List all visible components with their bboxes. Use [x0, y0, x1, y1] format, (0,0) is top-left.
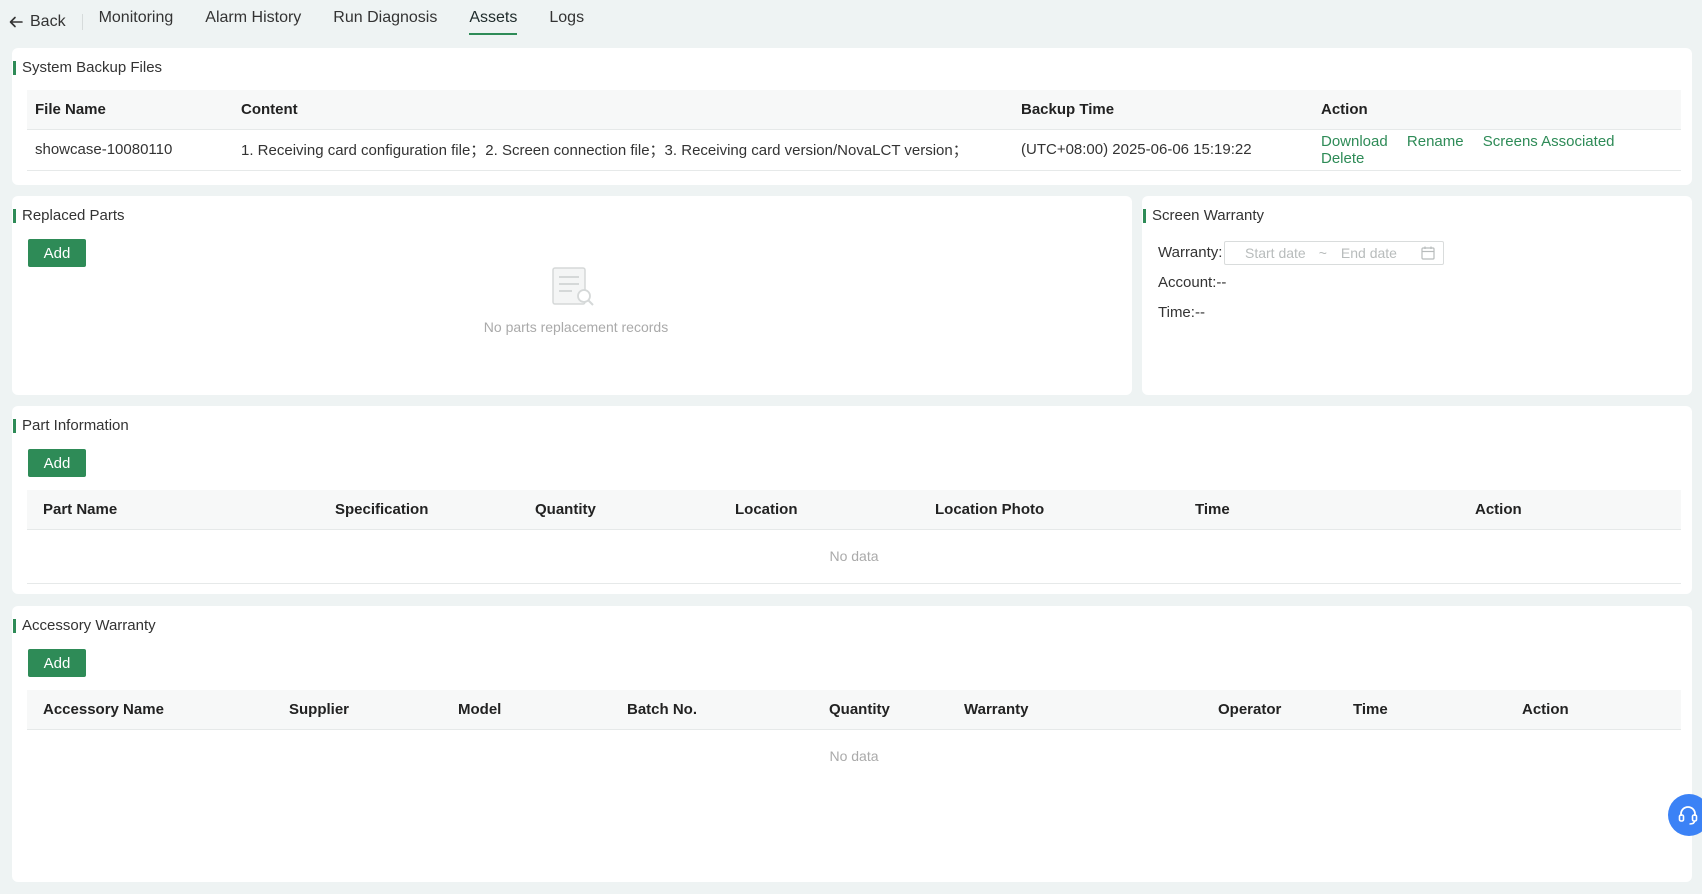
rename-link[interactable]: Rename — [1407, 133, 1464, 150]
part-table: Part Name Specification Quantity Locatio… — [27, 490, 1681, 584]
col-accessory-name: Accessory Name — [27, 690, 281, 730]
tab-monitoring[interactable]: Monitoring — [99, 0, 174, 44]
part-information-card: Part Information Add Part Name Specifica… — [12, 406, 1692, 594]
top-nav: Back Monitoring Alarm History Run Diagno… — [0, 0, 1702, 44]
col-action: Action — [1313, 90, 1681, 130]
backup-title: System Backup Files — [12, 60, 162, 76]
replaced-empty-text: No parts replacement records — [483, 319, 669, 335]
col-time: Time — [1345, 690, 1514, 730]
download-link[interactable]: Download — [1321, 133, 1388, 150]
backup-table: File Name Content Backup Time Action sho… — [27, 90, 1681, 171]
col-content: Content — [233, 90, 1013, 130]
col-location: Location — [727, 490, 927, 530]
empty-document-search-icon — [552, 267, 594, 306]
col-backup-time: Backup Time — [1013, 90, 1313, 130]
part-empty-row: No data — [27, 529, 1681, 584]
accessory-empty-text: No data — [829, 748, 879, 765]
delete-link[interactable]: Delete — [1321, 150, 1364, 167]
table-row: showcase-10080110 1. Receiving card conf… — [27, 129, 1681, 171]
calendar-icon[interactable] — [1421, 246, 1435, 260]
accessory-warranty-title: Accessory Warranty — [12, 618, 156, 634]
col-batch-no: Batch No. — [619, 690, 821, 730]
account-value: Account:-- — [1158, 274, 1227, 291]
backup-card: System Backup Files File Name Content Ba… — [12, 48, 1692, 185]
add-replaced-part-button[interactable]: Add — [28, 239, 86, 267]
back-label: Back — [30, 13, 66, 30]
col-model: Model — [450, 690, 619, 730]
arrow-left-icon — [9, 16, 23, 28]
warranty-label: Warranty: — [1158, 244, 1223, 261]
tab-run-diagnosis[interactable]: Run Diagnosis — [333, 0, 437, 44]
accessory-table: Accessory Name Supplier Model Batch No. … — [27, 690, 1681, 783]
col-location-photo: Location Photo — [927, 490, 1187, 530]
add-accessory-button[interactable]: Add — [28, 649, 86, 677]
col-specification: Specification — [327, 490, 527, 530]
support-button[interactable] — [1668, 794, 1702, 836]
content-cell: 1. Receiving card configuration file；2. … — [233, 129, 1013, 171]
time-value: Time:-- — [1158, 304, 1205, 321]
date-separator: ~ — [1318, 245, 1327, 261]
warranty-date-range[interactable]: Start date ~ End date — [1224, 241, 1444, 265]
screen-warranty-card: Screen Warranty Warranty: Start date ~ E… — [1142, 196, 1692, 395]
col-action: Action — [1467, 490, 1681, 530]
backup-time-cell: (UTC+08:00) 2025-06-06 15:19:22 — [1013, 129, 1313, 171]
accessory-warranty-card: Accessory Warranty Add Accessory Name Su… — [12, 606, 1692, 882]
col-part-name: Part Name — [27, 490, 327, 530]
tab-alarm-history[interactable]: Alarm History — [205, 0, 301, 44]
part-empty-text: No data — [829, 548, 879, 564]
col-quantity: Quantity — [821, 690, 956, 730]
headset-icon — [1678, 806, 1698, 825]
col-file-name: File Name — [27, 90, 233, 130]
col-supplier: Supplier — [281, 690, 450, 730]
part-information-title: Part Information — [12, 418, 129, 434]
accessory-empty-row: No data — [27, 729, 1681, 783]
col-time: Time — [1187, 490, 1467, 530]
col-warranty: Warranty — [956, 690, 1210, 730]
start-date-input[interactable]: Start date — [1245, 245, 1306, 261]
col-quantity: Quantity — [527, 490, 727, 530]
back-button[interactable]: Back — [8, 14, 83, 30]
tab-logs[interactable]: Logs — [549, 0, 584, 44]
col-action: Action — [1514, 690, 1681, 730]
screen-warranty-title: Screen Warranty — [1142, 208, 1264, 224]
add-part-button[interactable]: Add — [28, 449, 86, 477]
screens-associated-link[interactable]: Screens Associated — [1483, 133, 1615, 150]
end-date-input[interactable]: End date — [1341, 245, 1397, 261]
col-operator: Operator — [1210, 690, 1345, 730]
replaced-parts-title: Replaced Parts — [12, 208, 125, 224]
replaced-parts-card: Replaced Parts Add No parts replacement … — [12, 196, 1132, 395]
tab-assets[interactable]: Assets — [469, 0, 518, 44]
file-name-cell: showcase-10080110 — [27, 129, 233, 171]
action-cell: Download Rename Screens Associated Delet… — [1313, 129, 1681, 171]
